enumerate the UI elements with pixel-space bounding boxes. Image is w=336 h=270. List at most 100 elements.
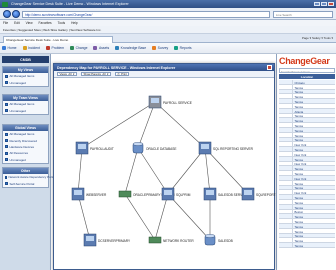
- router-icon: [118, 190, 132, 198]
- dependency-link: [137, 101, 156, 149]
- row-cell: [279, 137, 293, 142]
- location-cell: Tampa: [294, 200, 303, 204]
- row-cell: [279, 108, 293, 113]
- direction-select[interactable]: Show Parents All ▾: [80, 71, 111, 77]
- menu-help[interactable]: Help: [71, 21, 78, 25]
- node-label: ORACLE DATABASE: [146, 147, 177, 151]
- map-node[interactable]: SALESDB SERVER: [203, 187, 247, 201]
- survey-icon: [152, 46, 157, 50]
- dependency-map-canvas[interactable]: PAYROLL SERVICE PAYROLLAUDIT ORACLE DATABA…: [54, 78, 276, 270]
- map-node[interactable]: SQL REPORTING SERVER: [198, 141, 254, 155]
- sidebar-item[interactable]: Self-Service Portal: [3, 180, 48, 186]
- map-node[interactable]: SQLREPORTSRV: [241, 187, 276, 201]
- nav-survey[interactable]: Survey: [152, 46, 168, 50]
- row-cell: [279, 204, 293, 209]
- row-cell: [279, 132, 293, 137]
- map-node[interactable]: DCSERVERPRIMARY: [83, 233, 131, 247]
- portal-icon: [5, 175, 7, 179]
- server-icon: [161, 187, 175, 201]
- location-cell: Tampa: [294, 147, 303, 151]
- row-cell: [279, 89, 293, 94]
- menu-favorites[interactable]: Favorites: [39, 21, 52, 25]
- close-popup-button[interactable]: [267, 65, 272, 70]
- nav-change[interactable]: Change: [70, 46, 87, 50]
- node-label: SQLREPORTSRV: [256, 193, 276, 197]
- location-cell: Tampa: [294, 181, 303, 185]
- maximize-button[interactable]: [321, 1, 327, 6]
- table-row[interactable]: Tampa: [279, 243, 335, 248]
- row-cell: [279, 180, 293, 185]
- location-cell: New York: [294, 176, 307, 180]
- server-icon: [198, 141, 212, 155]
- row-cell: [279, 243, 293, 247]
- browser-tab[interactable]: ChangeGear Service Desk Suite - Live Dem…: [3, 35, 113, 43]
- home-icon: [2, 46, 6, 50]
- views-select[interactable]: Views All ▾: [57, 71, 77, 77]
- row-cell: [279, 99, 293, 103]
- location-cell: Tampa: [294, 138, 303, 142]
- location-cell: Tampa: [294, 90, 303, 94]
- row-cell: [279, 214, 293, 219]
- location-cell: Tampa: [294, 186, 303, 190]
- managed-items-search[interactable]: Search Managed Items: [279, 68, 335, 73]
- print-button[interactable]: ⎙ Print: [114, 71, 130, 77]
- cmdb-title: CMDB: [2, 56, 49, 63]
- panel-my-team-views: My Team Views All Managed Items Unmanage…: [2, 94, 49, 115]
- right-pane: ChangeGear Search Managed Items Location…: [276, 54, 336, 270]
- column-header-location[interactable]: Location: [279, 74, 335, 79]
- location-table: Chicago Tampa Tampa Tampa Tampa Tampa Atlanta T…: [279, 80, 335, 248]
- panel-global-views: Global Views All Managed Items Recently …: [2, 124, 49, 164]
- row-cell: [279, 127, 293, 132]
- nav-assets[interactable]: Assets: [93, 46, 109, 50]
- node-label: WEBSERVER: [86, 193, 107, 197]
- row-cell: [279, 233, 293, 238]
- ie-icon: [2, 1, 8, 7]
- nav-reports[interactable]: Reports: [174, 46, 192, 50]
- nav-problem[interactable]: Problem: [45, 46, 64, 50]
- close-window-button[interactable]: [328, 1, 334, 6]
- dependency-link: [124, 147, 139, 195]
- location-cell: Tampa: [294, 157, 303, 161]
- map-node[interactable]: PAYROLLAUDIT: [75, 141, 114, 155]
- location-cell: Tampa: [294, 239, 303, 243]
- menu-edit[interactable]: Edit: [14, 21, 20, 25]
- command-bar[interactable]: Page ▾ Safety ▾ Tools ▾: [302, 36, 333, 40]
- dependency-link: [77, 193, 91, 241]
- sidebar-item[interactable]: Unmanaged: [3, 107, 48, 113]
- favorites-bar[interactable]: Favorites | Suggested Sites | Web Slice …: [0, 26, 336, 34]
- map-node[interactable]: PAYROLL SERVICE: [148, 95, 192, 109]
- forward-button[interactable]: [12, 10, 20, 18]
- minimize-button[interactable]: [314, 1, 320, 6]
- map-node[interactable]: SQLPRIM: [161, 187, 191, 201]
- menu-tools[interactable]: Tools: [58, 21, 65, 25]
- window-titlebar: ChangeGear Service Desk Suite - Live Dem…: [0, 0, 336, 8]
- database-icon: [132, 142, 144, 154]
- location-cell: Tampa: [294, 195, 303, 199]
- nav-incident[interactable]: Incident: [22, 46, 40, 50]
- sidebar-item[interactable]: Unmanaged: [3, 157, 48, 163]
- nav-home[interactable]: Home: [2, 46, 17, 50]
- row-cell: [279, 199, 293, 204]
- node-label: SQL REPORTING SERVER: [213, 147, 254, 151]
- map-node[interactable]: NETWORK ROUTER: [148, 236, 194, 244]
- address-bar: http://demo.sunviewsoftware.com/ChangeGe…: [0, 8, 336, 20]
- sidebar-item[interactable]: Unmanaged: [3, 79, 48, 85]
- row-cell: [279, 195, 293, 199]
- map-node[interactable]: WEBSERVER: [71, 187, 107, 201]
- location-cell: Tampa: [294, 205, 303, 209]
- menu-file[interactable]: File: [3, 21, 8, 25]
- map-toolbar: Views All ▾ Show Parents All ▾ ⎙ Print: [54, 71, 274, 78]
- back-button[interactable]: [3, 10, 11, 18]
- window-controls: [314, 1, 334, 6]
- location-cell: Tampa: [294, 224, 303, 228]
- url-field[interactable]: http://demo.sunviewsoftware.com/ChangeGe…: [22, 10, 270, 18]
- node-label: PAYROLL SERVICE: [163, 101, 192, 105]
- nav-knowledge-base[interactable]: Knowledge Base: [115, 46, 146, 50]
- search-input[interactable]: Live Search: [273, 10, 333, 18]
- row-cell: [279, 80, 293, 84]
- location-cell: Tampa: [294, 119, 303, 123]
- node-label: SALESDB: [218, 239, 233, 243]
- menu-view[interactable]: View: [26, 21, 33, 25]
- map-node[interactable]: SALESDB: [204, 234, 233, 246]
- map-node[interactable]: ORACLE DATABASE: [132, 142, 177, 154]
